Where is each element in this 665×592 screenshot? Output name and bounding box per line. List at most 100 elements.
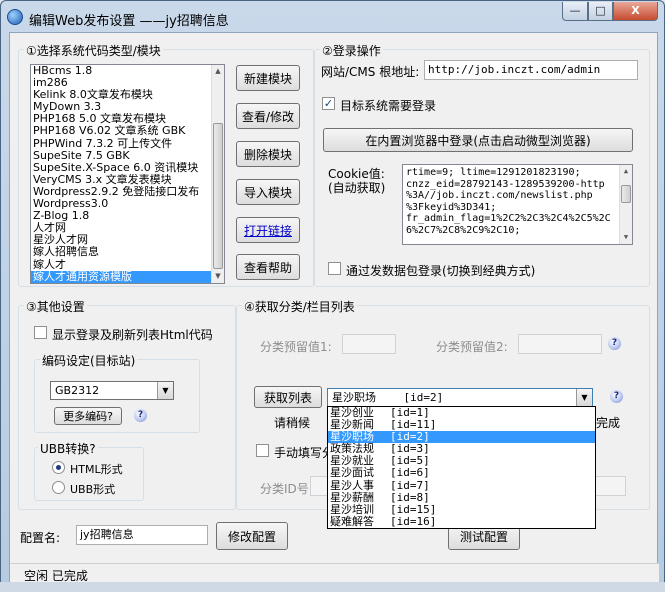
system-list-item[interactable]: PHP168 V6.02 文章系统 GBK xyxy=(31,125,224,137)
packet-login-checkbox[interactable] xyxy=(328,262,341,275)
html-radio[interactable] xyxy=(52,461,65,474)
scroll-thumb[interactable] xyxy=(621,185,631,203)
category-dropdown-list: 星沙创业 [id=1] 星沙新闻 [id=11] 星沙职场 [id=2] 政策法规 [id=3… xyxy=(328,406,595,528)
manual-label: 手动填写分 xyxy=(274,446,335,460)
cookie-line: cnzz_eid=28792143-1289539200-http xyxy=(406,178,605,190)
cookie-line: fr_admin_flag=1%2C2%2C3%2C4%2C5%2C xyxy=(406,213,611,224)
need-login-checkbox[interactable]: ✓ xyxy=(322,97,335,110)
system-list-item[interactable]: 嫁人才 xyxy=(31,259,224,271)
system-list-item[interactable]: SupeSite.X-Space 6.0 资讯模块 xyxy=(31,162,224,174)
ubb-radio[interactable] xyxy=(52,481,65,494)
chevron-down-icon[interactable]: ▼ xyxy=(157,382,173,399)
cookie-line: %3A//job.inczt.com/newslist.php xyxy=(406,190,593,201)
taskbar-strip xyxy=(0,582,665,592)
modify-config-button[interactable]: 修改配置 xyxy=(216,522,288,550)
system-list-item[interactable]: 星沙人才网 xyxy=(31,234,224,246)
html-radio-label: HTML形式 xyxy=(70,463,123,476)
category-option-id: [id=16] xyxy=(390,514,437,528)
cookie-sublabel: (自动获取) xyxy=(328,181,386,195)
reserve2-input xyxy=(518,334,602,354)
get-list-button[interactable]: 获取列表 xyxy=(254,386,322,408)
other-settings-label: ③其他设置 xyxy=(24,298,87,315)
minimize-button[interactable]: — xyxy=(562,2,588,21)
maximize-button[interactable]: □ xyxy=(588,2,613,21)
scroll-up-icon[interactable]: ▲ xyxy=(620,165,632,178)
login-label: ②登录操作 xyxy=(320,42,383,59)
help-question-icon[interactable]: ? xyxy=(134,409,147,422)
wait-text: 请稍候 xyxy=(274,416,311,430)
scroll-down-icon[interactable]: ▼ xyxy=(620,231,632,244)
category-option-name: 星沙面试 xyxy=(330,466,374,480)
system-list-item[interactable]: VeryCMS 3.x 文章发表模块 xyxy=(31,174,224,186)
encoding-select[interactable]: GB2312 ▼ xyxy=(50,381,174,400)
encoding-label: 编码设定(目标站) xyxy=(40,352,138,369)
listbox-scrollbar[interactable]: ▲ ▼ xyxy=(211,65,224,283)
view-help-button[interactable]: 查看帮助 xyxy=(236,254,300,280)
category-option[interactable]: 星沙薪酬 [id=8] xyxy=(328,490,595,504)
open-link-button[interactable]: 打开链接 xyxy=(236,217,300,243)
system-list-item[interactable]: Wordpress2.9.2 免登陆接口发布 xyxy=(31,186,224,198)
more-encoding-button[interactable]: 更多编码? xyxy=(54,407,122,425)
done-text: 完成 xyxy=(596,416,621,430)
window: 编辑Web发布设置 ——jy招聘信息 — □ X ①选择系统代码类型/模块 HB… xyxy=(0,0,665,592)
system-list-item[interactable]: PHP168 5.0 文章发布模块 xyxy=(31,113,224,125)
category-option[interactable]: 星沙人事 [id=7] xyxy=(328,478,595,492)
scroll-thumb[interactable] xyxy=(213,123,223,269)
cookie-line: %3Fkeyid%3D341; xyxy=(406,201,497,213)
help-question-icon[interactable]: ? xyxy=(610,390,623,403)
system-list-item[interactable]: 嫁人才通用资源模版 xyxy=(31,270,224,283)
category-option-name: 星沙薪酬 xyxy=(330,490,374,504)
title-bar[interactable]: 编辑Web发布设置 ——jy招聘信息 — □ X xyxy=(1,1,664,33)
reserve1-label: 分类预留值1: xyxy=(260,340,332,354)
system-list-item[interactable]: 嫁人招聘信息 xyxy=(31,246,224,258)
category-id-label: 分类ID号: xyxy=(260,482,313,496)
scroll-up-icon[interactable]: ▲ xyxy=(212,65,224,78)
category-option[interactable]: 疑难解答 [id=16] xyxy=(328,514,595,528)
system-list-item[interactable]: MyDown 3.3 xyxy=(31,101,224,113)
cookie-textarea[interactable]: rtime=9; ltime=1291201823190; cnzz_eid=28… xyxy=(402,164,633,245)
manual-checkbox[interactable] xyxy=(256,444,269,457)
close-button[interactable]: X xyxy=(613,2,658,21)
config-name-input[interactable]: jy招聘信息 xyxy=(76,525,208,545)
system-list-item[interactable]: Z-Blog 1.8 xyxy=(31,210,224,222)
system-list-item[interactable]: Wordpress3.0 xyxy=(31,198,224,210)
selected-category: 星沙职场 xyxy=(332,391,376,404)
help-question-icon[interactable]: ? xyxy=(608,337,621,350)
system-list-item[interactable]: 人才网 xyxy=(31,222,224,234)
system-list-item[interactable]: Kelink 8.0文章发布模块 xyxy=(31,89,224,101)
system-list-item[interactable]: PHPWind 7.3.2 可上传文件 xyxy=(31,138,224,150)
cookie-scrollbar[interactable]: ▲ ▼ xyxy=(619,165,632,244)
ubb-radio-label: UBB形式 xyxy=(70,483,116,496)
category-label: ④获取分类/栏目列表 xyxy=(242,298,357,315)
delete-module-button[interactable]: 删除模块 xyxy=(236,141,300,167)
need-login-label: 目标系统需要登录 xyxy=(340,99,437,113)
show-login-checkbox[interactable] xyxy=(34,326,47,339)
system-list-item[interactable]: HBcms 1.8 xyxy=(31,65,224,77)
scroll-down-icon[interactable]: ▼ xyxy=(212,270,224,283)
cookie-line: 6%2C7%2C8%2C9%2C10; xyxy=(406,224,521,236)
reserve1-input xyxy=(342,334,396,354)
encoding-value: GB2312 xyxy=(55,384,100,397)
url-input[interactable]: http://job.inczt.com/admin xyxy=(424,60,638,80)
category-option-name: 疑难解答 xyxy=(330,514,374,528)
selected-category-id: [id=2] xyxy=(403,391,444,404)
system-list-item[interactable]: im286 xyxy=(31,77,224,89)
system-listbox[interactable]: HBcms 1.8 im286 Kelink 8.0文章发布模块 MyDown 3.3… xyxy=(30,64,225,284)
packet-login-label: 通过发数据包登录(切换到经典方式) xyxy=(346,264,536,278)
category-option[interactable]: 星沙面试 [id=6] xyxy=(328,467,595,479)
category-select[interactable]: 星沙职场 [id=2] ▼ xyxy=(327,388,593,407)
system-list-item[interactable]: SupeSite 7.5 GBK xyxy=(31,150,224,162)
chevron-down-icon[interactable]: ▼ xyxy=(576,389,592,406)
show-login-label: 显示登录及刷新列表Html代码 xyxy=(52,328,213,342)
category-dropdown[interactable]: 星沙创业 [id=1] 星沙新闻 [id=11] 星沙职场 [id=2] 政策法规 [id=3… xyxy=(327,406,596,529)
browser-login-button[interactable]: 在内置浏览器中登录(点击启动微型浏览器) xyxy=(323,128,633,152)
import-module-button[interactable]: 导入模块 xyxy=(236,179,300,205)
ubb-label: UBB转换? xyxy=(38,440,98,457)
globe-icon xyxy=(7,9,23,25)
cookie-lines: rtime=9; ltime=1291201823190; cnzz_eid=28… xyxy=(406,167,616,236)
new-module-button[interactable]: 新建模块 xyxy=(236,65,300,91)
system-list: HBcms 1.8 im286 Kelink 8.0文章发布模块 MyDown 3.3… xyxy=(31,65,224,283)
category-option-name: 星沙人事 xyxy=(330,478,374,492)
url-label: 网站/CMS 根地址: xyxy=(321,65,420,79)
view-modify-button[interactable]: 查看/修改 xyxy=(236,103,300,129)
